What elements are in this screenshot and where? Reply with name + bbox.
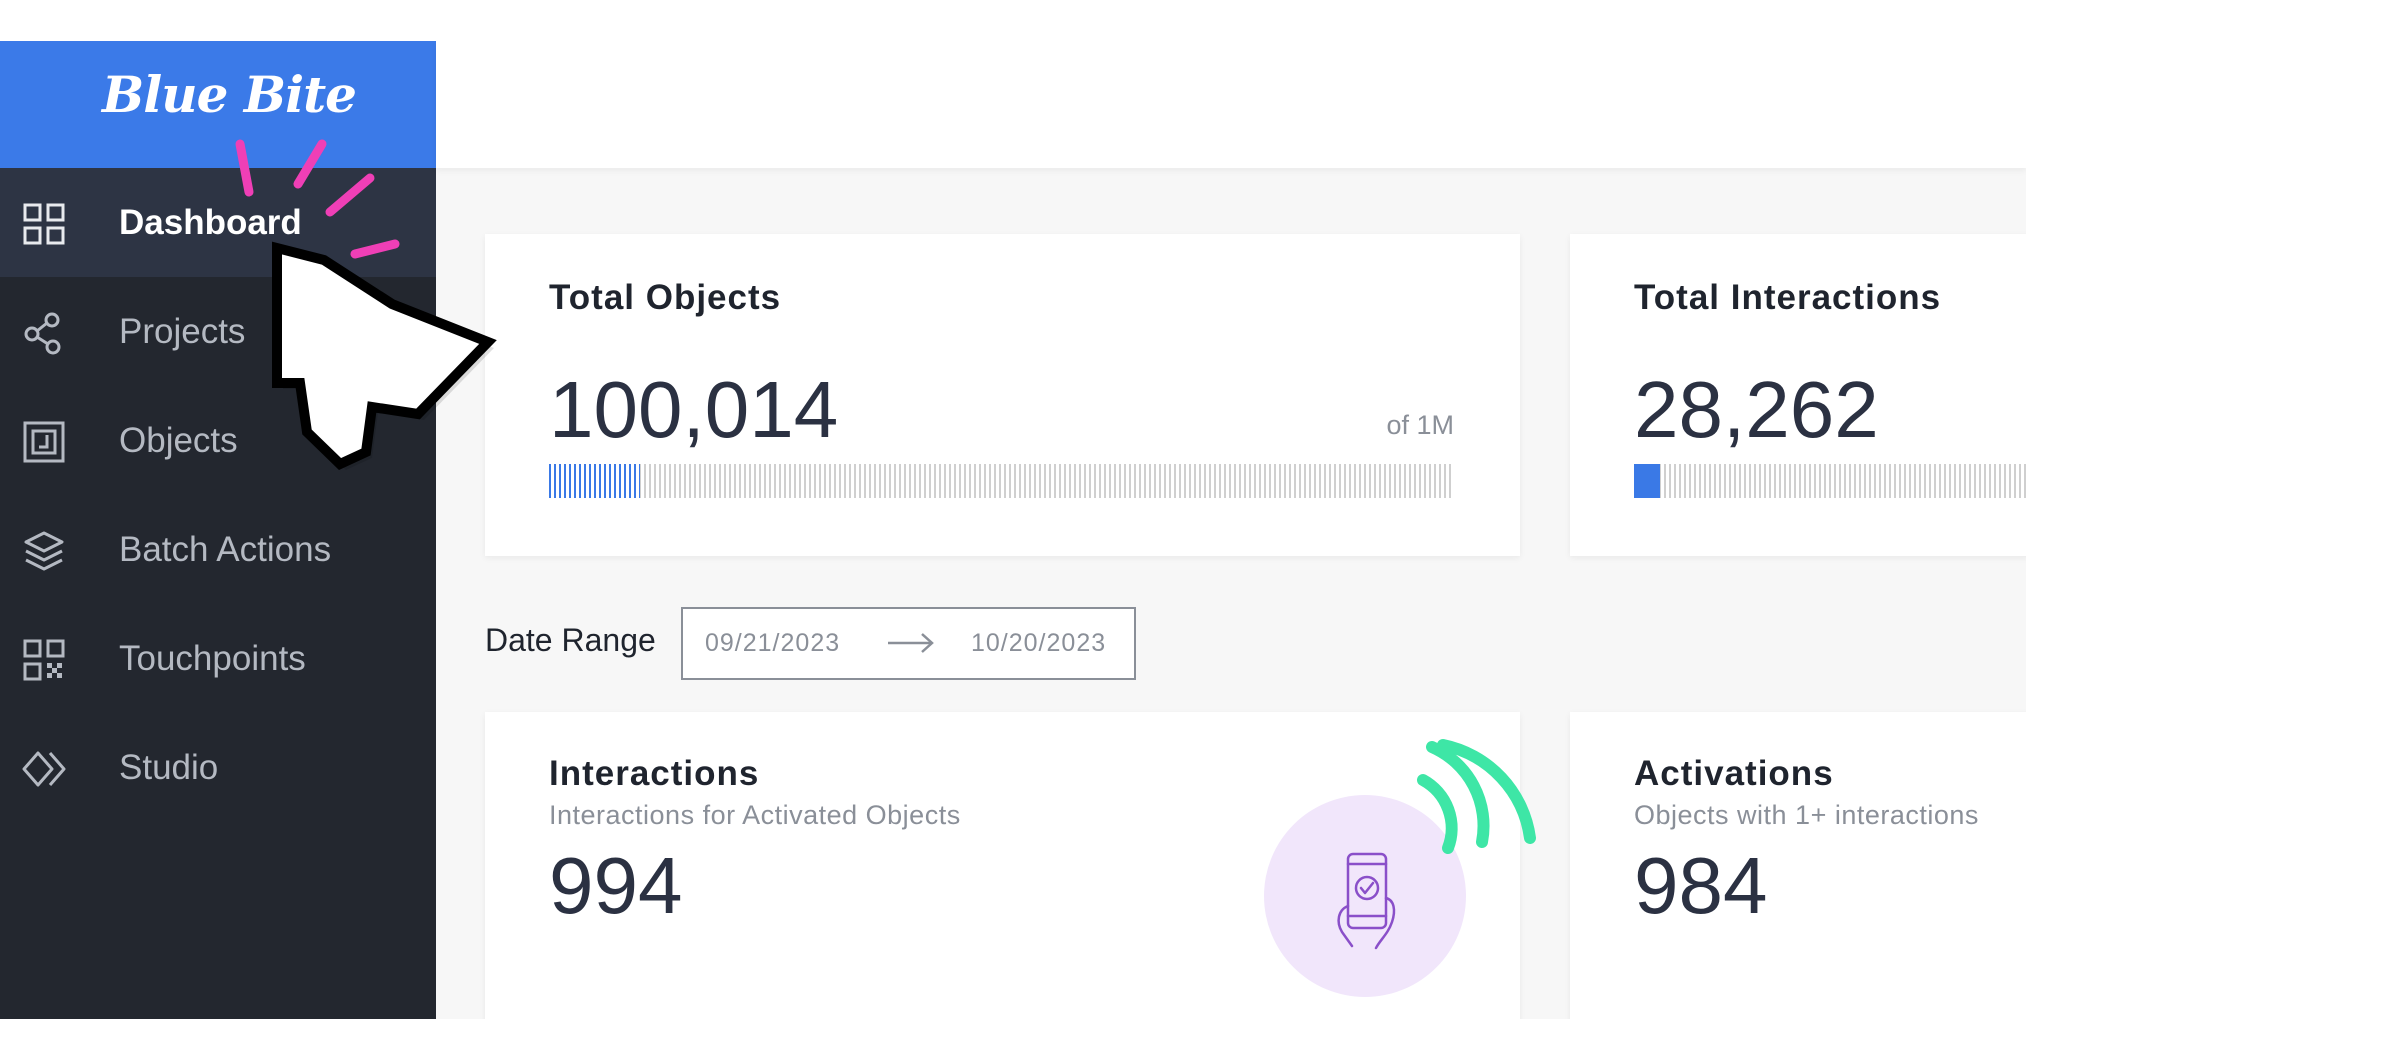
share-nodes-icon bbox=[24, 312, 61, 355]
activations-value: 984 bbox=[1634, 841, 1768, 930]
card-subtitle: Interactions for Activated Objects bbox=[549, 800, 961, 830]
activations-card: Activations Objects with 1+ interactions… bbox=[1570, 712, 2026, 1019]
sidebar-item-projects[interactable]: Projects bbox=[0, 277, 436, 386]
total-objects-card: Total Objects 100,014 of 1M bbox=[485, 234, 1520, 556]
sidebar-item-label: Projects bbox=[119, 312, 246, 351]
layers-icon bbox=[24, 531, 64, 571]
sidebar-item-objects[interactable]: Objects bbox=[0, 386, 436, 495]
objects-limit-label: of 1M bbox=[1386, 410, 1454, 440]
sidebar-item-touchpoints[interactable]: Touchpoints bbox=[0, 604, 436, 713]
interactions-progress-fill bbox=[1634, 464, 1660, 498]
app-window: Blue Bite Dashboard Projects Objects Bat… bbox=[0, 41, 2026, 1019]
sidebar: Blue Bite Dashboard Projects Objects Bat… bbox=[0, 41, 436, 1019]
brand-logo: Blue Bite bbox=[102, 65, 357, 124]
objects-progress-fill bbox=[549, 464, 640, 498]
total-interactions-card: Total Interactions 28,262 bbox=[1570, 234, 2026, 556]
sidebar-item-studio[interactable]: Studio bbox=[0, 713, 436, 822]
date-range-end[interactable]: 10/20/2023 bbox=[971, 609, 1106, 678]
phone-check-icon bbox=[1337, 852, 1396, 950]
card-subtitle: Objects with 1+ interactions bbox=[1634, 800, 1979, 830]
phone-check-bubble bbox=[1264, 795, 1466, 997]
date-range-picker[interactable]: 09/21/2023 10/20/2023 bbox=[681, 607, 1136, 680]
sidebar-item-label: Touchpoints bbox=[119, 639, 306, 678]
grid-icon bbox=[23, 203, 65, 245]
sidebar-item-label: Batch Actions bbox=[119, 530, 332, 569]
sidebar-item-dashboard[interactable]: Dashboard bbox=[0, 168, 436, 277]
diamond-code-icon bbox=[22, 751, 66, 787]
interactions-value: 994 bbox=[549, 841, 683, 930]
object-tag-icon bbox=[23, 421, 65, 463]
interactions-progress-bar bbox=[1634, 464, 2026, 498]
arrow-right-icon bbox=[888, 633, 934, 653]
logo-bar: Blue Bite bbox=[0, 41, 436, 168]
sidebar-item-label: Objects bbox=[119, 421, 238, 460]
objects-progress-bar bbox=[549, 464, 1454, 498]
card-title: Total Interactions bbox=[1634, 278, 1942, 317]
qr-code-icon bbox=[23, 639, 65, 681]
sidebar-item-label: Studio bbox=[119, 748, 219, 787]
date-range-label: Date Range bbox=[485, 622, 656, 658]
top-bar bbox=[436, 41, 2026, 168]
total-objects-value: 100,014 bbox=[549, 365, 839, 454]
card-title: Interactions bbox=[549, 754, 760, 793]
card-title: Total Objects bbox=[549, 278, 782, 317]
sidebar-item-batch-actions[interactable]: Batch Actions bbox=[0, 495, 436, 604]
sidebar-item-label: Dashboard bbox=[119, 203, 302, 242]
date-range-start[interactable]: 09/21/2023 bbox=[705, 609, 840, 678]
total-interactions-value: 28,262 bbox=[1634, 365, 1879, 454]
card-title: Activations bbox=[1634, 754, 1834, 793]
